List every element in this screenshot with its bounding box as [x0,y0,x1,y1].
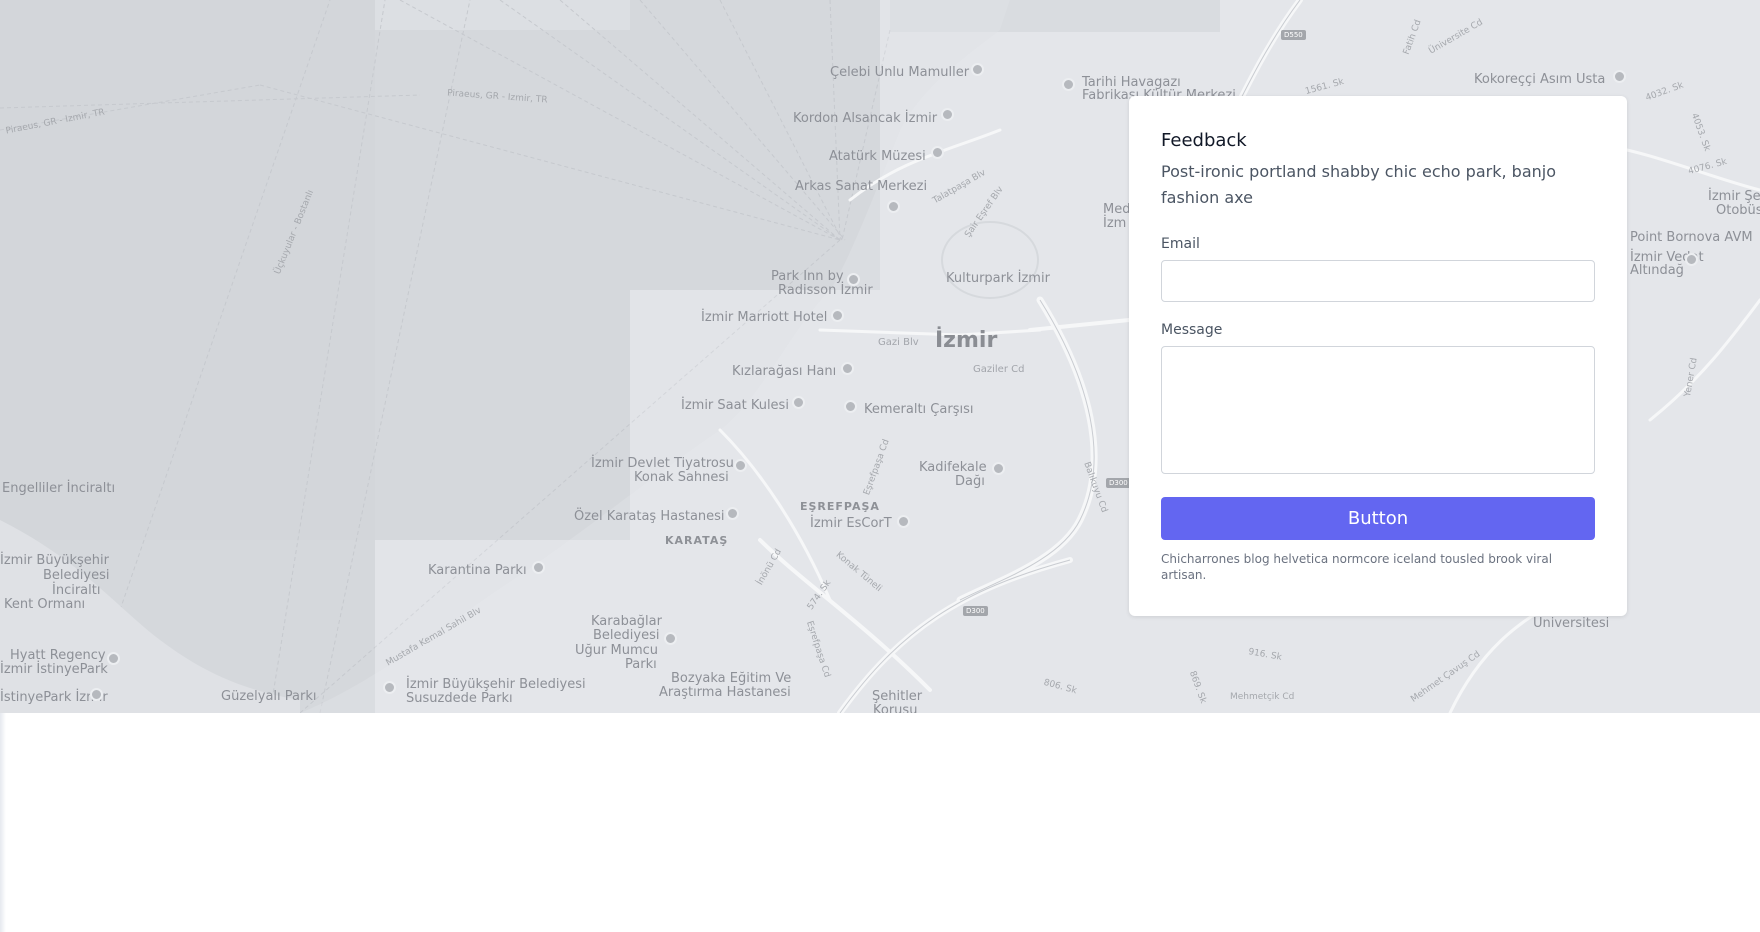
map-place-kizlaragasi: Kızlarağası Hanı [732,364,837,379]
map-place-bornova: Point Bornova AVM [1630,230,1753,245]
map-place-guzelyali: Güzelyalı Parkı [221,689,317,704]
map-place-med-2: İzm [1103,216,1127,231]
map-place-karantina: Karantina Parkı [428,563,527,578]
landmark-marker-icon [841,362,854,375]
landmark-marker-icon [941,108,954,121]
map-place-karabaglar-3: Uğur Mumcu [575,643,658,658]
map-place-buyuksehir-2: Belediyesi [43,568,110,583]
landmark-marker-icon [792,396,805,409]
map-place-bozyaka-2: Araştırma Hastanesi [659,685,791,700]
map-place-susuzdede-2: Susuzdede Parkı [406,691,513,706]
park-marker-icon [383,681,396,694]
map-place-kokorecci: Kokoreççi Asım Usta [1474,72,1606,87]
map-place-kordon: Kordon Alsancak İzmir [793,111,938,126]
map-place-parkinn: Park Inn by [771,269,844,284]
map-place-saat-kulesi: İzmir Saat Kulesi [681,398,789,413]
map-place-marriott: İzmir Marriott Hotel [701,310,828,325]
map-place-sehitler-2: Korusu [873,703,918,713]
card-description: Post-ironic portland shabby chic echo pa… [1161,162,1556,207]
map-place-med: Med [1103,202,1131,217]
map-street-gazi: Gazi Blv [878,337,919,348]
park-marker-icon [532,561,545,574]
message-field[interactable] [1161,346,1595,474]
map-place-karatas-hastane: Özel Karataş Hastanesi [574,509,725,524]
map-place-buyuksehir-3: İnciraltı [52,583,101,598]
map-district-esrefpasa: EŞREFPAŞA [800,500,880,513]
map-place-kadifekale: Kadifekale [919,460,987,475]
map-place-sehitler: Şehitler [872,689,923,704]
park-marker-icon [664,632,677,645]
route-shield: D550 [1281,30,1306,40]
map-place-bozyaka: Bozyaka Eğitim Ve [671,671,792,686]
map-street-gaziler: Gaziler Cd [973,364,1025,375]
shopping-marker-icon [1685,253,1698,266]
restaurant-marker-icon [971,63,984,76]
feedback-card: Feedback Post-ironic portland shabby chi… [1129,96,1627,616]
map-place-ataturk: Atatürk Müzesi [829,149,926,164]
map-place-bornova-3: Altındağ [1630,263,1684,278]
email-label: Email [1161,236,1200,252]
map-place-izmir-otobus-2: Otobüs [1716,203,1760,218]
map-place-kulturpark: Kulturpark İzmir [946,271,1050,286]
theatre-marker-icon [734,459,747,472]
map-place-susuzdede: İzmir Büyükşehir Belediyesi [406,677,586,692]
card-title: Feedback [1161,130,1247,151]
map-place-engelliler: Engelliler İnciraltı [2,481,116,496]
map-place-kemeralti: Kemeraltı Çarşısı [864,402,974,417]
hotel-marker-icon [831,309,844,322]
map-place-parkinn-2: Radisson İzmir [778,283,873,298]
map-place-karabaglar: Karabağlar [591,614,662,629]
map-place-hyatt: Hyatt Regency [10,648,106,663]
map[interactable]: Çelebi Unlu Mamuller Tarihi Havagazı Fab… [0,0,1760,713]
map-district-karatas: KARATAŞ [665,534,729,547]
email-field[interactable] [1161,260,1595,302]
hotel-marker-icon [107,652,120,665]
museum-marker-icon [931,146,944,159]
form-note: Chicharrones blog helvetica normcore ice… [1161,552,1553,582]
shopping-marker-icon [90,688,103,701]
route-shield: D300 [963,606,988,616]
submit-button[interactable]: Button [1161,497,1595,540]
map-place-kadifekale-2: Dağı [955,474,985,489]
map-place-karabaglar-2: Belediyesi [593,628,660,643]
map-place-devlet-2: Konak Sahnesi [634,470,729,485]
hospital-marker-icon [726,507,739,520]
map-place-escort: İzmir EsCorT [810,516,892,531]
map-city-label: İzmir [935,328,998,353]
map-street-mehmetcik: Mehmetçik Cd [1230,692,1295,702]
shopping-marker-icon [844,400,857,413]
map-place-hyatt-2: İzmir İstinyePark [0,662,108,677]
mountain-marker-icon [992,462,1005,475]
map-place-buyuksehir: İzmir Büyükşehir [0,553,109,568]
map-place-universitesi: Üniversitesi [1533,616,1610,631]
map-place-karabaglar-4: Parkı [625,657,657,672]
map-place-arkas: Arkas Sanat Merkezi [795,179,928,194]
map-place-devlet: İzmir Devlet Tiyatrosu [591,456,734,471]
hotel-marker-icon [847,273,860,286]
restaurant-marker-icon [1613,70,1626,83]
message-label: Message [1161,322,1223,338]
map-place-celebi: Çelebi Unlu Mamuller [830,65,970,80]
museum-marker-icon [887,200,900,213]
route-shield: D300 [1106,478,1131,488]
place-marker-icon [897,515,910,528]
map-place-izmir-otobus: İzmir Şe [1708,189,1760,204]
map-place-buyuksehir-4: Kent Ormanı [4,597,86,612]
museum-marker-icon [1062,78,1075,91]
